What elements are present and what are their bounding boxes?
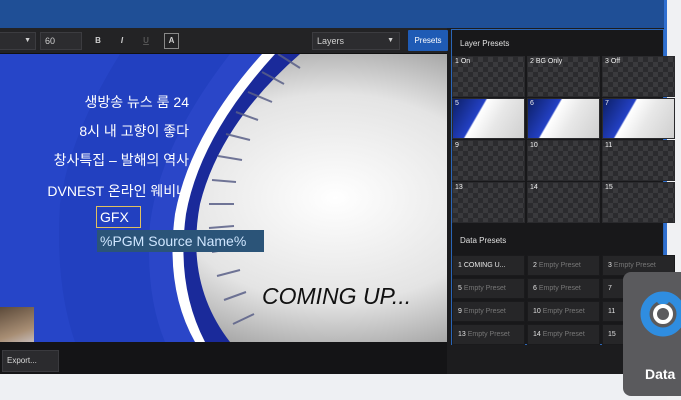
presenter-thumbnail[interactable] xyxy=(0,307,34,342)
layer-preset-cell[interactable]: 5 xyxy=(452,98,525,139)
layer-preset-cell[interactable]: 13 xyxy=(452,182,525,223)
data-preset-cell[interactable]: 13 Empty Preset xyxy=(452,324,525,345)
italic-button[interactable]: I xyxy=(114,32,130,50)
data-logo-label: Data xyxy=(645,366,676,382)
footer-area xyxy=(0,374,667,400)
layer-preset-cell[interactable]: 1 On xyxy=(452,56,525,97)
chevron-down-icon: ▼ xyxy=(24,37,31,44)
data-preset-cell[interactable]: 9 Empty Preset xyxy=(452,301,525,322)
layer-preset-label: 10 xyxy=(530,142,538,149)
data-preset-name: COMING U... xyxy=(463,262,506,269)
data-preset-cell[interactable]: 6 Empty Preset xyxy=(527,278,600,299)
data-preset-name: Empty Preset xyxy=(467,331,510,338)
export-button[interactable]: Export... xyxy=(2,350,59,372)
data-preset-cell[interactable]: 5 Empty Preset xyxy=(452,278,525,299)
data-preset-number: 7 xyxy=(608,285,612,292)
data-presets-title: Data Presets xyxy=(460,236,507,245)
layer-preset-label: 2 BG Only xyxy=(530,58,563,65)
layer-preset-cell[interactable]: 6 xyxy=(527,98,600,139)
data-preset-name: Empty Preset xyxy=(613,262,656,269)
title-bar xyxy=(0,0,667,28)
underline-button[interactable]: U xyxy=(138,32,154,50)
layer-preset-label: 14 xyxy=(530,184,538,191)
layer-presets-title: Layer Presets xyxy=(460,39,510,48)
data-preset-name: Empty Preset xyxy=(463,308,506,315)
data-preset-name: Empty Preset xyxy=(538,262,581,269)
data-preset-number: 14 xyxy=(533,331,541,338)
layer-preset-label: 6 xyxy=(530,100,534,107)
bold-button[interactable]: B xyxy=(90,32,106,50)
coming-up-text[interactable]: COMING UP... xyxy=(262,283,411,310)
layer-preset-cell[interactable]: 11 xyxy=(602,140,675,181)
layer-preset-label: 15 xyxy=(605,184,613,191)
data-preset-number: 13 xyxy=(458,331,466,338)
app-window: ▼ 60 B I U A Layers ▼ Presets 생방송 뉴스 룸 2… xyxy=(0,0,681,400)
layer-preset-label: 1 On xyxy=(455,58,471,65)
pgm-source-text-box[interactable]: %PGM Source Name% xyxy=(97,230,264,252)
layer-preset-label: 11 xyxy=(605,142,613,149)
layer-preset-label: 3 Off xyxy=(605,58,621,65)
layer-preset-label: 13 xyxy=(455,184,463,191)
chevron-down-icon: ▼ xyxy=(387,37,394,44)
presets-button[interactable]: Presets xyxy=(408,30,448,51)
data-preset-name: Empty Preset xyxy=(463,285,506,292)
layer-preset-cell[interactable]: 10 xyxy=(527,140,600,181)
text-color-button[interactable]: A xyxy=(164,33,179,49)
layer-preset-cell[interactable]: 15 xyxy=(602,182,675,223)
layer-preset-cell[interactable]: 2 BG Only xyxy=(527,56,600,97)
data-preset-cell[interactable]: 14 Empty Preset xyxy=(527,324,600,345)
data-preset-cell[interactable]: 1 COMING U... xyxy=(452,255,525,276)
data-preset-cell[interactable]: 10 Empty Preset xyxy=(527,301,600,322)
data-preset-number: 11 xyxy=(608,308,616,315)
layers-select-value: Layers xyxy=(317,36,345,46)
layer-preset-label: 9 xyxy=(455,142,459,149)
bottom-bar xyxy=(0,342,447,374)
headline-line-3[interactable]: 창사특집 – 발해의 역사 xyxy=(54,150,189,170)
headline-line-2[interactable]: 8시 내 고향이 좋다 xyxy=(79,121,189,141)
layer-preset-cell[interactable]: 3 Off xyxy=(602,56,675,97)
data-preset-name: Empty Preset xyxy=(542,331,585,338)
data-preset-cell[interactable]: 2 Empty Preset xyxy=(527,255,600,276)
headline-line-4[interactable]: DVNEST 온라인 웨비나 xyxy=(47,181,189,201)
data-preset-number: 10 xyxy=(533,308,541,315)
gfx-text-box[interactable]: GFX 1 xyxy=(96,206,141,245)
layers-select[interactable]: Layers ▼ xyxy=(312,32,400,50)
layer-preset-cell[interactable]: 7 xyxy=(602,98,675,139)
layer-preset-cell[interactable]: 14 xyxy=(527,182,600,223)
datalink-icon xyxy=(640,291,681,337)
font-select[interactable]: ▼ xyxy=(0,32,36,50)
headline-line-1[interactable]: 생방송 뉴스 룸 24 xyxy=(84,92,189,112)
layer-preset-cell[interactable]: 9 xyxy=(452,140,525,181)
font-size-field[interactable]: 60 xyxy=(40,32,82,50)
data-preset-name: Empty Preset xyxy=(538,285,581,292)
layer-preset-label: 5 xyxy=(455,100,459,107)
text-toolbar: ▼ 60 B I U A Layers ▼ xyxy=(0,28,447,54)
data-preset-name: Empty Preset xyxy=(542,308,585,315)
data-preset-number: 15 xyxy=(608,331,616,338)
layer-preset-label: 7 xyxy=(605,100,609,107)
